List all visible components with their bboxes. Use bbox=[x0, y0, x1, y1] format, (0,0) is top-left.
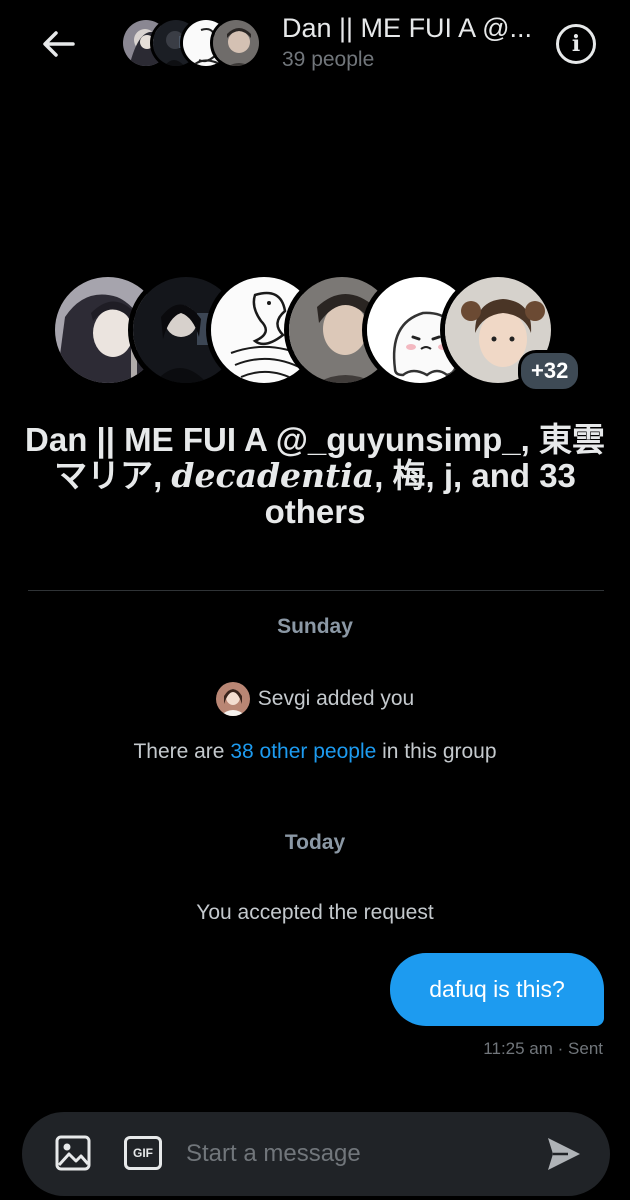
avatar[interactable] bbox=[215, 682, 250, 716]
message-text: dafuq is this? bbox=[429, 976, 565, 1002]
group-title-fancy-name: decadentia bbox=[171, 456, 375, 495]
group-participants-title: Dan || ME FUI A @_guyunsimp_, 東雲マリア, dec… bbox=[20, 422, 610, 530]
system-message-text: There are bbox=[133, 740, 231, 763]
conversation-title: Dan || ME FUI A @... bbox=[282, 13, 533, 43]
message-composer: GIF bbox=[22, 1112, 610, 1196]
back-button[interactable] bbox=[36, 22, 80, 66]
participant-count: 39 people bbox=[282, 48, 375, 71]
other-people-link[interactable]: 38 other people bbox=[230, 740, 376, 763]
arrow-left-icon bbox=[43, 31, 75, 57]
more-participants-badge: +32 bbox=[518, 350, 582, 392]
image-icon bbox=[55, 1135, 91, 1171]
divider bbox=[28, 590, 604, 591]
system-message-group-size: There are 38 other people in this group bbox=[0, 740, 630, 764]
add-gif-button[interactable]: GIF bbox=[124, 1136, 162, 1170]
system-message-text: Sevgi added you bbox=[257, 687, 415, 710]
gif-icon: GIF bbox=[133, 1146, 153, 1160]
send-icon bbox=[548, 1138, 580, 1170]
day-separator-today: Today bbox=[284, 831, 346, 854]
info-icon: i bbox=[571, 31, 581, 57]
system-message-text: in this group bbox=[376, 740, 497, 763]
system-message-added: Sevgi added you bbox=[0, 682, 630, 716]
message-input[interactable] bbox=[186, 1132, 516, 1176]
message-timestamp: 11:25 am · Sent bbox=[483, 1039, 603, 1058]
send-button[interactable] bbox=[544, 1134, 584, 1174]
avatar bbox=[210, 17, 262, 69]
day-separator-sunday: Sunday bbox=[277, 615, 353, 638]
conversation-info-button[interactable]: i bbox=[556, 24, 596, 64]
sent-message-bubble[interactable]: dafuq is this? bbox=[390, 953, 604, 1026]
add-image-button[interactable] bbox=[54, 1134, 92, 1172]
conversation-header: Dan || ME FUI A @... 39 people i bbox=[0, 0, 630, 90]
header-avatar-stack[interactable] bbox=[120, 17, 262, 69]
system-message-accepted: You accepted the request bbox=[196, 901, 434, 924]
group-avatar-stack[interactable]: +32 bbox=[50, 272, 590, 392]
